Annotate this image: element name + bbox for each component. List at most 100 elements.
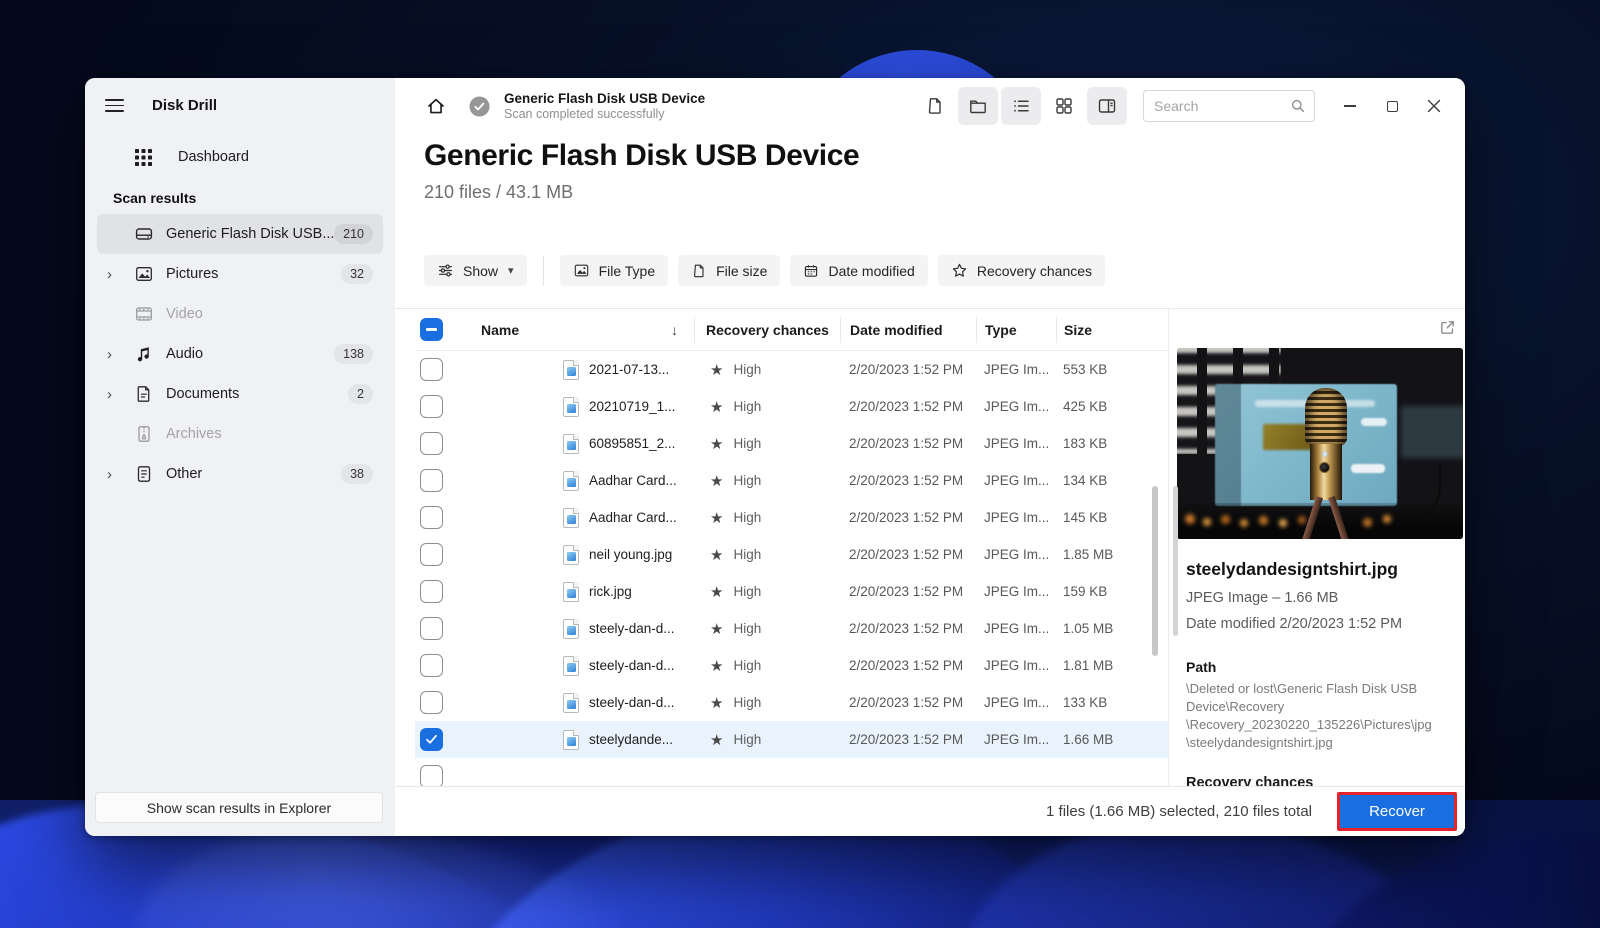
show-in-explorer-button[interactable]: Show scan results in Explorer — [95, 792, 383, 823]
chevron-right-icon[interactable]: › — [107, 386, 134, 403]
row-checkbox[interactable] — [420, 469, 443, 492]
file-type-filter-label: File Type — [598, 262, 656, 279]
sidebar-items: Generic Flash Disk USB... 210 › Pictures 32 V… — [85, 214, 395, 494]
recovery-chance-value: High — [733, 399, 762, 414]
file-size-filter-button[interactable]: File size — [678, 255, 781, 286]
recover-button[interactable]: Recover — [1337, 792, 1457, 831]
file-type-value: JPEG Im... — [984, 658, 1050, 673]
sidebar-item-documents[interactable]: › Documents 2 — [97, 374, 383, 414]
table-row[interactable] — [415, 758, 1168, 786]
row-checkbox[interactable] — [420, 358, 443, 381]
table-row[interactable]: steely-dan-d... ★ High 2/20/2023 1:52 PM JPE… — [415, 647, 1168, 684]
hamburger-menu-icon[interactable] — [105, 99, 124, 112]
topbar-scan-status: Scan completed successfully — [504, 107, 665, 121]
column-header-name[interactable]: Name ↓ — [451, 317, 694, 343]
file-view-button[interactable] — [915, 87, 955, 125]
sidebar-item-pictures[interactable]: › Pictures 32 — [97, 254, 383, 294]
drive-icon — [134, 224, 154, 244]
row-checkbox[interactable] — [420, 617, 443, 640]
maximize-button[interactable] — [1371, 86, 1413, 126]
table-row[interactable]: Aadhar Card... ★ High 2/20/2023 1:52 PM JPEG… — [415, 499, 1168, 536]
grid-view-button[interactable] — [1044, 87, 1084, 125]
table-row[interactable]: Aadhar Card... ★ High 2/20/2023 1:52 PM JPEG… — [415, 462, 1168, 499]
sidebar-item-label: Audio — [166, 346, 204, 362]
details-panel-button[interactable] — [1087, 87, 1127, 125]
table-row[interactable]: rick.jpg ★ High 2/20/2023 1:52 PM JPEG Im...… — [415, 573, 1168, 610]
table-row[interactable]: steely-dan-d... ★ High 2/20/2023 1:52 PM JPE… — [415, 610, 1168, 647]
filter-bar: Show ▾ File Type File size Date modified… — [424, 255, 1106, 286]
recovery-chances-filter-button[interactable]: Recovery chances — [937, 255, 1106, 286]
footer-bar: 1 files (1.66 MB) selected, 210 files to… — [395, 786, 1465, 836]
chevron-right-icon[interactable]: › — [107, 346, 134, 363]
file-type-value: JPEG Im... — [984, 584, 1050, 599]
sidebar-item-generic-flash-disk[interactable]: Generic Flash Disk USB... 210 — [97, 214, 383, 254]
file-size-value: 145 KB — [1063, 510, 1108, 525]
minimize-button[interactable] — [1329, 86, 1371, 126]
close-button[interactable] — [1413, 86, 1455, 126]
sidebar-item-audio[interactable]: › Audio 138 — [97, 334, 383, 374]
row-checkbox[interactable] — [420, 543, 443, 566]
row-checkbox[interactable] — [420, 395, 443, 418]
star-filled-icon: ★ — [710, 361, 724, 379]
file-type-value: JPEG Im... — [984, 695, 1050, 710]
document-icon — [134, 384, 154, 404]
recovery-chance-value: High — [733, 584, 762, 599]
home-icon[interactable] — [425, 95, 447, 117]
table-row[interactable]: steely-dan-d... ★ High 2/20/2023 1:52 PM JPE… — [415, 684, 1168, 721]
search-box[interactable] — [1143, 90, 1315, 122]
table-row[interactable]: 60895851_2... ★ High 2/20/2023 1:52 PM JPEG … — [415, 425, 1168, 462]
select-all-checkbox[interactable] — [420, 318, 443, 341]
file-type-value: JPEG Im... — [984, 436, 1050, 451]
file-type-value: JPEG Im... — [984, 399, 1050, 414]
preview-path-value: \Deleted or lost\Generic Flash Disk USB D… — [1186, 680, 1454, 752]
chevron-right-icon[interactable]: › — [107, 466, 134, 483]
jpeg-file-icon — [563, 581, 579, 602]
list-view-button[interactable] — [1001, 87, 1041, 125]
file-name: steelydande... — [589, 732, 674, 747]
table-row[interactable]: 20210719_1... ★ High 2/20/2023 1:52 PM JPEG … — [415, 388, 1168, 425]
preview-scrollbar-thumb[interactable] — [1173, 486, 1178, 636]
count-badge: 38 — [341, 464, 373, 484]
preview-filename: steelydandesigntshirt.jpg — [1186, 559, 1398, 579]
column-header-recovery[interactable]: Recovery chances — [694, 316, 840, 343]
column-header-size[interactable]: Size — [1056, 316, 1150, 343]
row-checkbox[interactable] — [420, 506, 443, 529]
row-checkbox[interactable] — [420, 728, 443, 751]
date-modified-value: 2/20/2023 1:52 PM — [849, 658, 964, 673]
chevron-right-icon[interactable]: › — [107, 266, 134, 283]
table-scrollbar-thumb[interactable] — [1152, 486, 1158, 656]
star-filled-icon: ★ — [710, 546, 724, 564]
column-header-type[interactable]: Type — [976, 316, 1056, 343]
date-modified-filter-label: Date modified — [828, 262, 915, 279]
row-checkbox[interactable] — [420, 580, 443, 603]
folder-view-button[interactable] — [958, 87, 998, 125]
sidebar-item-dashboard[interactable]: Dashboard — [133, 144, 395, 170]
disk-drill-window: Disk Drill Dashboard Scan results Generi… — [85, 78, 1465, 836]
file-type-value: JPEG Im... — [984, 510, 1050, 525]
row-checkbox[interactable] — [420, 765, 443, 786]
sidebar-item-video: Video — [97, 294, 383, 334]
sidebar-item-other[interactable]: › Other 38 — [97, 454, 383, 494]
table-row[interactable]: steelydande... ★ High 2/20/2023 1:52 PM JPEG… — [415, 721, 1168, 758]
sort-desc-icon: ↓ — [671, 321, 678, 338]
column-header-date[interactable]: Date modified — [840, 316, 976, 343]
preview-image[interactable] — [1177, 348, 1463, 539]
file-name: neil young.jpg — [589, 547, 673, 562]
table-row[interactable]: neil young.jpg ★ High 2/20/2023 1:52 PM JPEG… — [415, 536, 1168, 573]
sidebar-item-label: Other — [166, 466, 203, 482]
search-input[interactable] — [1154, 98, 1290, 114]
file-size-value: 183 KB — [1063, 436, 1108, 451]
row-checkbox[interactable] — [420, 654, 443, 677]
jpeg-file-icon — [563, 470, 579, 491]
row-checkbox[interactable] — [420, 691, 443, 714]
content-area: Name ↓ Recovery chances Date modified Ty… — [395, 308, 1465, 786]
table-row[interactable]: 2021-07-13... ★ High 2/20/2023 1:52 PM JPEG … — [415, 351, 1168, 388]
date-modified-value: 2/20/2023 1:52 PM — [849, 473, 964, 488]
date-modified-filter-button[interactable]: Date modified — [790, 255, 928, 286]
file-type-filter-button[interactable]: File Type — [559, 255, 669, 286]
row-checkbox[interactable] — [420, 432, 443, 455]
show-filter-button[interactable]: Show ▾ — [424, 255, 527, 286]
star-filled-icon: ★ — [710, 509, 724, 527]
image-icon — [573, 262, 590, 279]
open-external-icon[interactable] — [1438, 318, 1457, 337]
